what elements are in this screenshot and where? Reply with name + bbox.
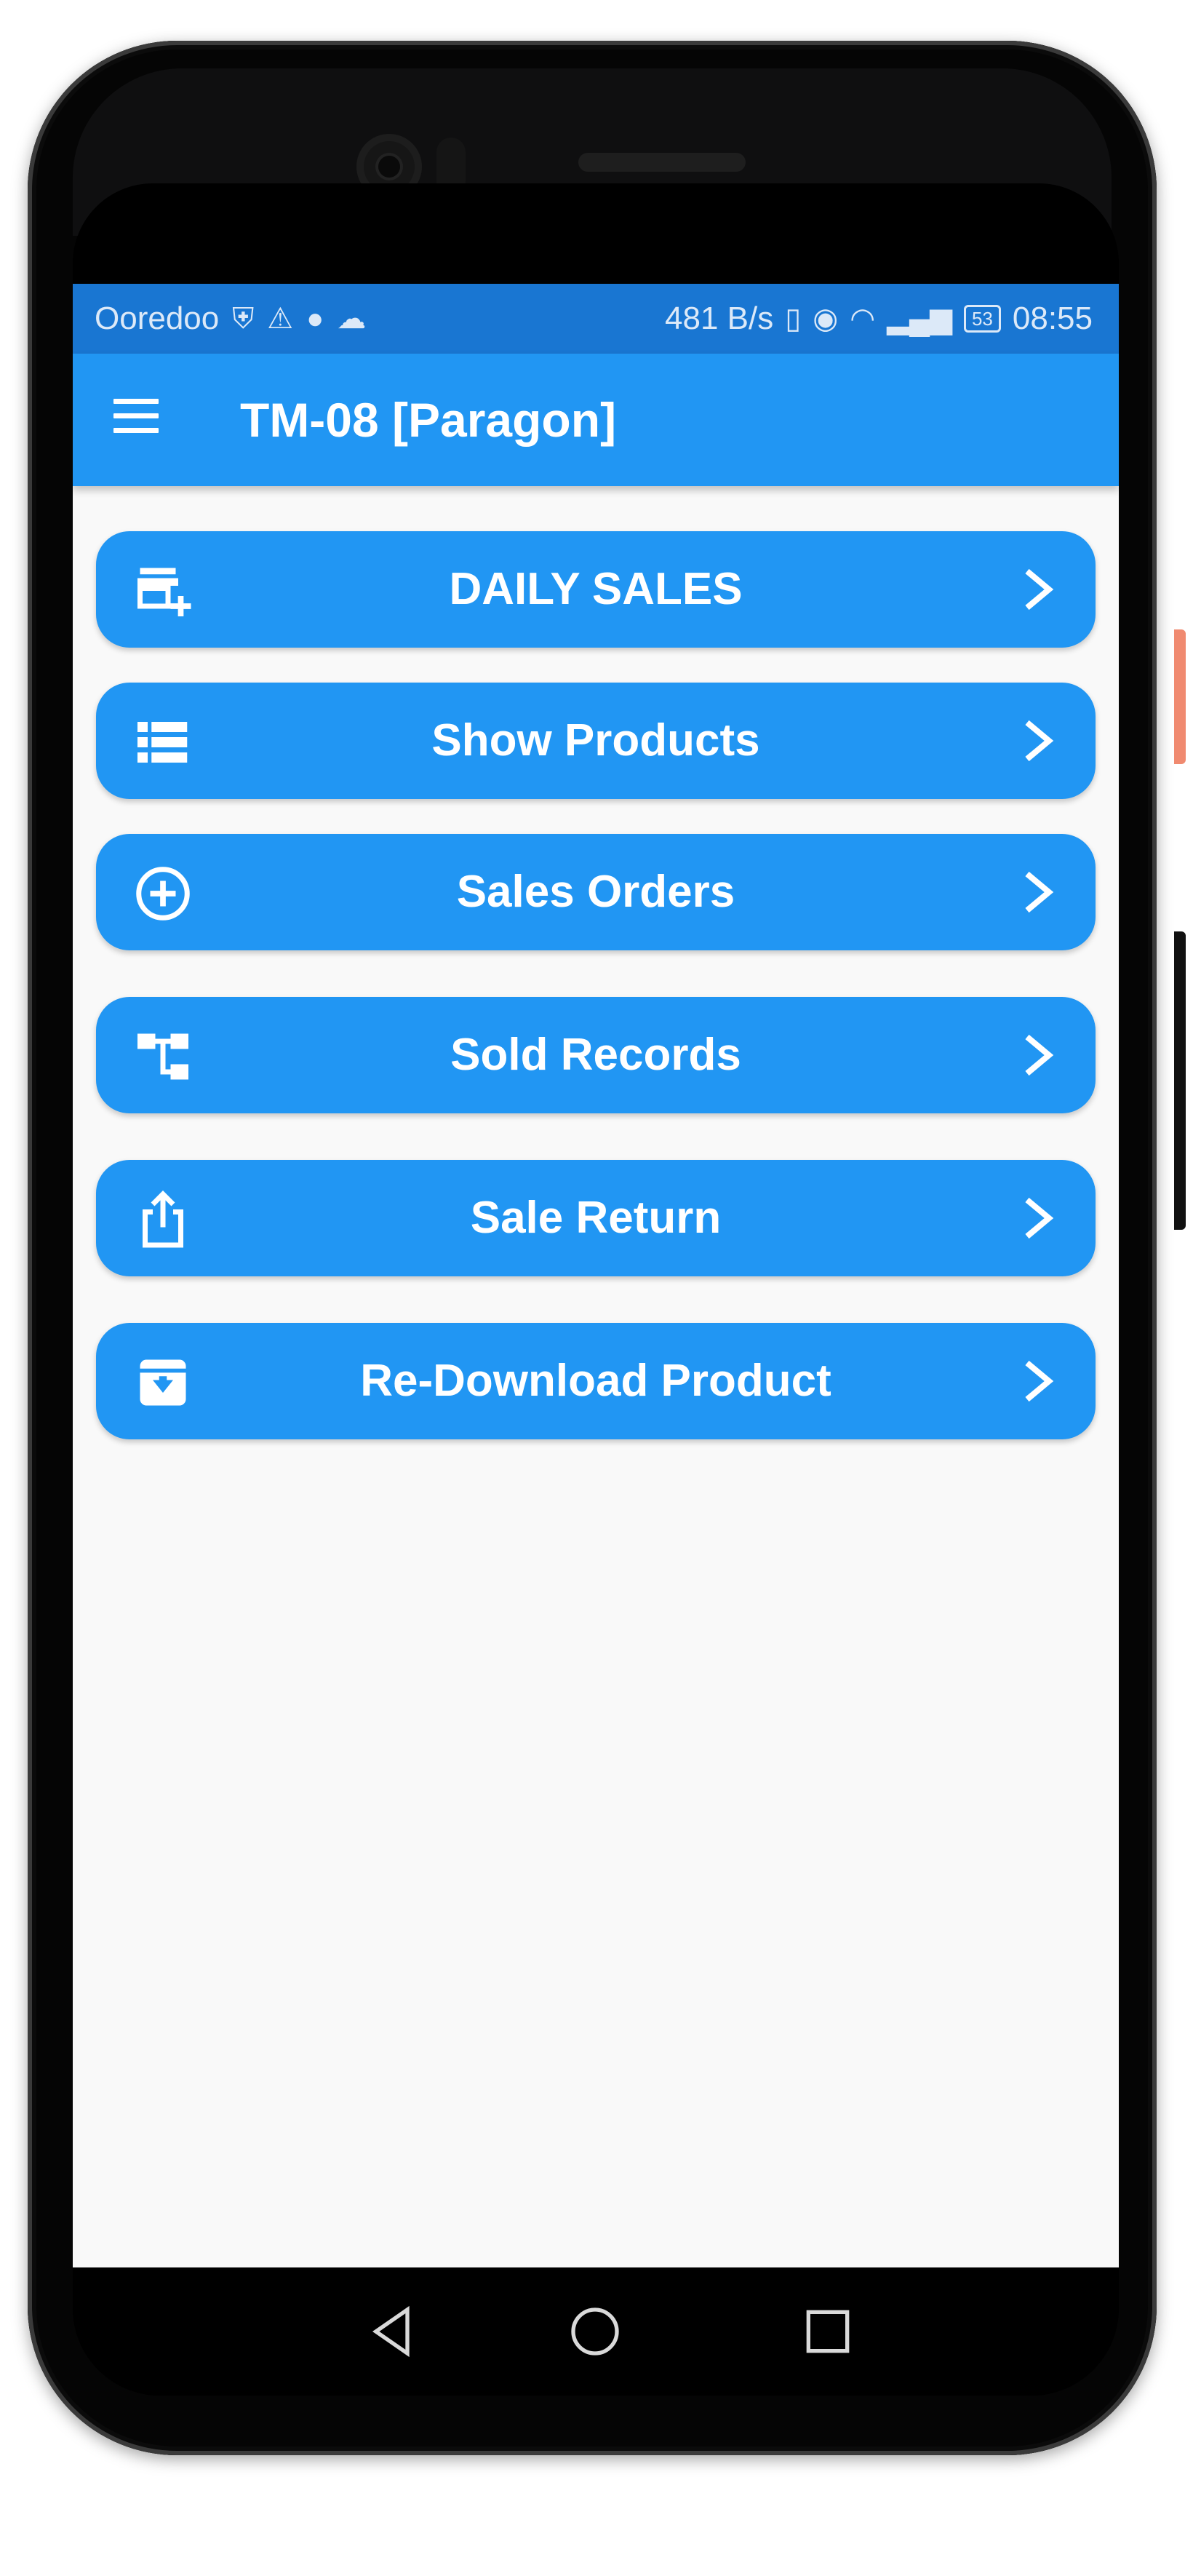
sold-records-button[interactable]: Sold Records bbox=[96, 997, 1096, 1113]
home-icon[interactable] bbox=[566, 2302, 624, 2361]
vibrate-icon: ▯ bbox=[785, 303, 802, 335]
chevron-right-icon bbox=[1025, 1034, 1054, 1076]
chevron-right-icon bbox=[1025, 720, 1054, 762]
status-bar: Ooredoo ⛨ ⚠ ● ☁ 481 B/s ▯ ◉ ◠ ▂▄▆ 53 08:… bbox=[73, 284, 1119, 354]
wifi-icon: ◠ bbox=[850, 303, 876, 335]
back-icon[interactable] bbox=[364, 2302, 422, 2361]
system-navigation-bar bbox=[73, 2267, 1119, 2396]
main-content: DAILY SALES Show Products Sales Orders S… bbox=[73, 486, 1119, 2267]
chevron-right-icon bbox=[1025, 1197, 1054, 1239]
re-download-product-button[interactable]: Re-Download Product bbox=[96, 1323, 1096, 1439]
cloud-icon: ☁ bbox=[337, 303, 367, 335]
sale-return-label: Sale Return bbox=[470, 1193, 722, 1243]
volume-button[interactable] bbox=[1174, 931, 1186, 1230]
sold-records-label: Sold Records bbox=[450, 1030, 741, 1080]
warning-icon: ⚠ bbox=[267, 303, 294, 335]
daily-sales-label: DAILY SALES bbox=[449, 564, 743, 614]
shield-icon: ⛨ bbox=[232, 303, 255, 335]
phone-screen: Ooredoo ⛨ ⚠ ● ☁ 481 B/s ▯ ◉ ◠ ▂▄▆ 53 08:… bbox=[73, 183, 1119, 2396]
show-products-button[interactable]: Show Products bbox=[96, 683, 1096, 799]
battery-icon: 53 bbox=[963, 305, 1001, 333]
sales-orders-button[interactable]: Sales Orders bbox=[96, 834, 1096, 950]
menu-icon[interactable] bbox=[113, 399, 159, 440]
network-speed: 481 B/s bbox=[665, 301, 774, 336]
page-title: TM-08 [Paragon] bbox=[240, 393, 617, 447]
chevron-right-icon bbox=[1025, 1360, 1054, 1402]
clock: 08:55 bbox=[1012, 301, 1093, 336]
app-bar: TM-08 [Paragon] bbox=[73, 354, 1119, 486]
phone-frame: Ooredoo ⛨ ⚠ ● ☁ 481 B/s ▯ ◉ ◠ ▂▄▆ 53 08:… bbox=[28, 41, 1157, 2455]
power-button[interactable] bbox=[1174, 629, 1186, 764]
sales-orders-label: Sales Orders bbox=[456, 867, 735, 917]
signal-icon: ▂▄▆ bbox=[887, 303, 952, 335]
chevron-right-icon bbox=[1025, 871, 1054, 913]
daily-sales-button[interactable]: DAILY SALES bbox=[96, 531, 1096, 648]
re-download-product-label: Re-Download Product bbox=[360, 1356, 831, 1406]
show-products-label: Show Products bbox=[431, 715, 760, 766]
sale-return-button[interactable]: Sale Return bbox=[96, 1160, 1096, 1276]
eye-comfort-icon: ◉ bbox=[813, 303, 839, 335]
security-dot-icon: ● bbox=[306, 303, 324, 335]
earpiece-speaker bbox=[578, 153, 746, 172]
chevron-right-icon bbox=[1025, 568, 1054, 611]
carrier-label: Ooredoo bbox=[95, 301, 220, 336]
recent-apps-icon[interactable] bbox=[799, 2302, 857, 2361]
